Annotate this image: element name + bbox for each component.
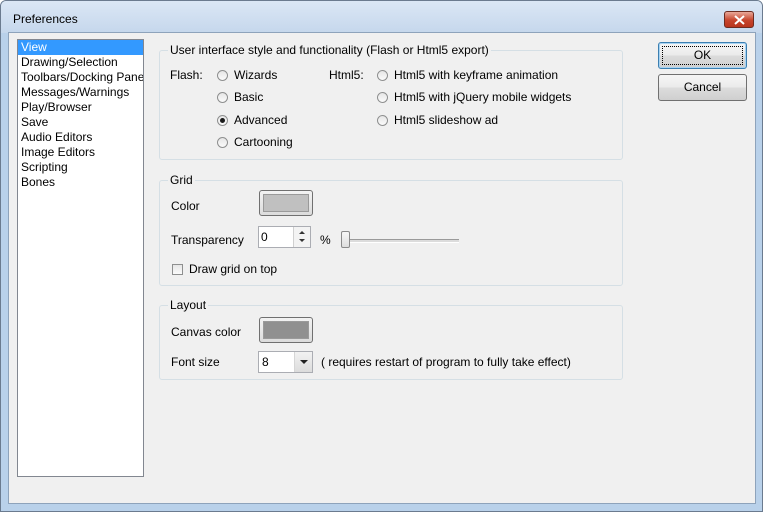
chevron-down-icon[interactable]: [294, 352, 312, 372]
title-bar[interactable]: Preferences: [1, 1, 762, 33]
percent-label: %: [320, 233, 331, 247]
flash-radio-wizards[interactable]: [217, 70, 228, 81]
grid-color-swatch: [263, 194, 309, 212]
grid-group-label: Grid: [168, 173, 195, 187]
ui-style-group-label: User interface style and functionality (…: [168, 43, 491, 57]
html5-radio-slideshow[interactable]: [377, 115, 388, 126]
html5-radio-keyframe[interactable]: [377, 70, 388, 81]
category-item[interactable]: Save: [18, 115, 143, 130]
spin-down-icon[interactable]: [299, 239, 305, 242]
cancel-button-label: Cancel: [683, 80, 722, 94]
cancel-button[interactable]: Cancel: [658, 74, 747, 101]
html5-label: Html5:: [329, 68, 364, 82]
dialog-body: View Drawing/Selection Toolbars/Docking …: [8, 32, 756, 504]
flash-radio-advanced[interactable]: [217, 115, 228, 126]
layout-group-label: Layout: [168, 298, 209, 312]
restart-note: ( requires restart of program to fully t…: [321, 355, 571, 369]
category-item[interactable]: View: [18, 40, 143, 55]
category-item[interactable]: Messages/Warnings: [18, 85, 143, 100]
canvas-color-button[interactable]: [259, 317, 313, 343]
draw-grid-on-top-checkbox[interactable]: [172, 264, 183, 275]
close-icon: [734, 15, 745, 25]
flash-option-label[interactable]: Cartooning: [234, 135, 293, 149]
ok-button[interactable]: OK: [658, 42, 747, 69]
transparency-value: 0: [261, 230, 268, 244]
close-button[interactable]: [724, 11, 754, 28]
layout-group: Layout Canvas color Font size 8 ( requir…: [159, 298, 623, 380]
html5-option-label[interactable]: Html5 slideshow ad: [394, 113, 498, 127]
category-item[interactable]: Toolbars/Docking Pane: [18, 70, 143, 85]
grid-group: Grid Color Transparency 0 % Draw grid on…: [159, 173, 623, 286]
grid-color-label: Color: [171, 199, 200, 213]
category-item[interactable]: Scripting: [18, 160, 143, 175]
flash-option-label[interactable]: Advanced: [234, 113, 287, 127]
html5-option-label[interactable]: Html5 with keyframe animation: [394, 68, 558, 82]
spin-up-icon[interactable]: [299, 231, 305, 234]
html5-radio-jquery[interactable]: [377, 92, 388, 103]
category-item[interactable]: Bones: [18, 175, 143, 190]
flash-label: Flash:: [170, 68, 203, 82]
ui-style-group: User interface style and functionality (…: [159, 43, 623, 160]
category-list[interactable]: View Drawing/Selection Toolbars/Docking …: [17, 39, 144, 477]
category-item[interactable]: Drawing/Selection: [18, 55, 143, 70]
grid-color-button[interactable]: [259, 190, 313, 216]
preferences-window: Preferences View Drawing/Selection Toolb…: [0, 0, 763, 512]
canvas-color-label: Canvas color: [171, 325, 242, 339]
category-item[interactable]: Play/Browser: [18, 100, 143, 115]
flash-option-label[interactable]: Basic: [234, 90, 263, 104]
font-size-value: 8: [262, 355, 269, 369]
transparency-spinbox[interactable]: 0: [258, 226, 311, 248]
draw-grid-on-top-label[interactable]: Draw grid on top: [189, 262, 277, 276]
canvas-color-swatch: [263, 321, 309, 339]
transparency-slider-thumb[interactable]: [341, 231, 350, 248]
window-title: Preferences: [13, 12, 78, 26]
category-item[interactable]: Audio Editors: [18, 130, 143, 145]
font-size-select[interactable]: 8: [258, 351, 313, 373]
category-item[interactable]: Image Editors: [18, 145, 143, 160]
flash-option-label[interactable]: Wizards: [234, 68, 277, 82]
transparency-slider-track[interactable]: [343, 239, 459, 243]
html5-option-label[interactable]: Html5 with jQuery mobile widgets: [394, 90, 571, 104]
transparency-label: Transparency: [171, 233, 244, 247]
focus-rect: [662, 46, 743, 65]
flash-radio-basic[interactable]: [217, 92, 228, 103]
font-size-label: Font size: [171, 355, 220, 369]
transparency-spin-buttons[interactable]: [293, 227, 310, 247]
flash-radio-cartooning[interactable]: [217, 137, 228, 148]
